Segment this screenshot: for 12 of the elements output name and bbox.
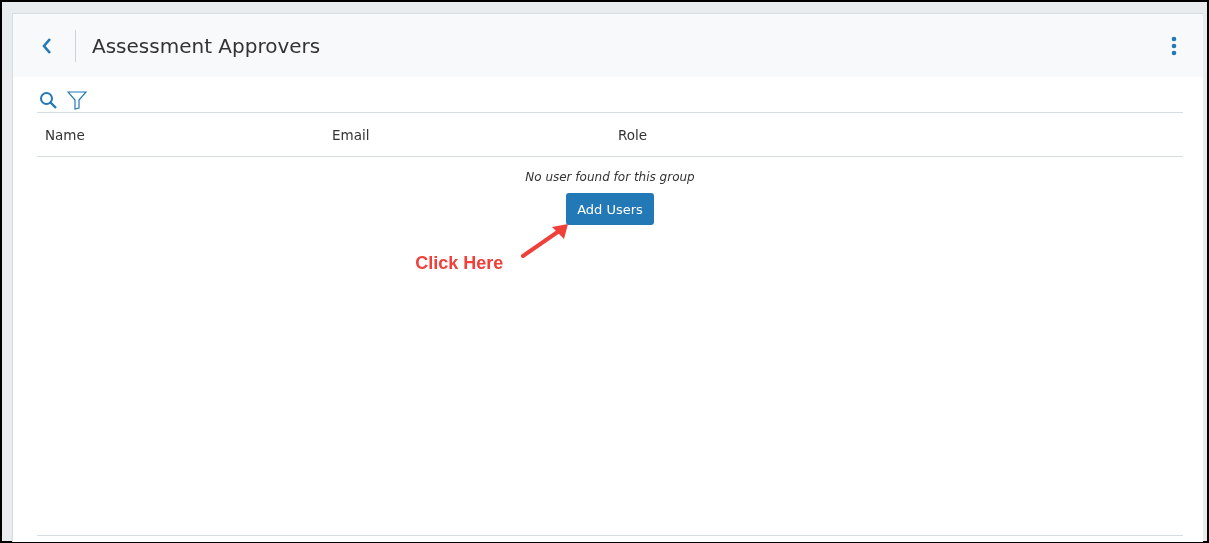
column-header: Role [618, 126, 648, 143]
more-options-icon[interactable] [1171, 35, 1177, 56]
empty-message: No user found for this group [525, 170, 695, 184]
page-title: Assessment Approvers [92, 33, 322, 58]
column-header: Email [332, 126, 370, 143]
arrow [519, 223, 570, 259]
search-icon[interactable] [39, 91, 58, 110]
annotation-text: Click Here [415, 253, 504, 274]
add-users-button[interactable]: Add Users [566, 193, 654, 225]
filter-icon[interactable] [67, 91, 87, 110]
back-icon[interactable] [41, 36, 53, 55]
column-header: Name [45, 126, 85, 143]
